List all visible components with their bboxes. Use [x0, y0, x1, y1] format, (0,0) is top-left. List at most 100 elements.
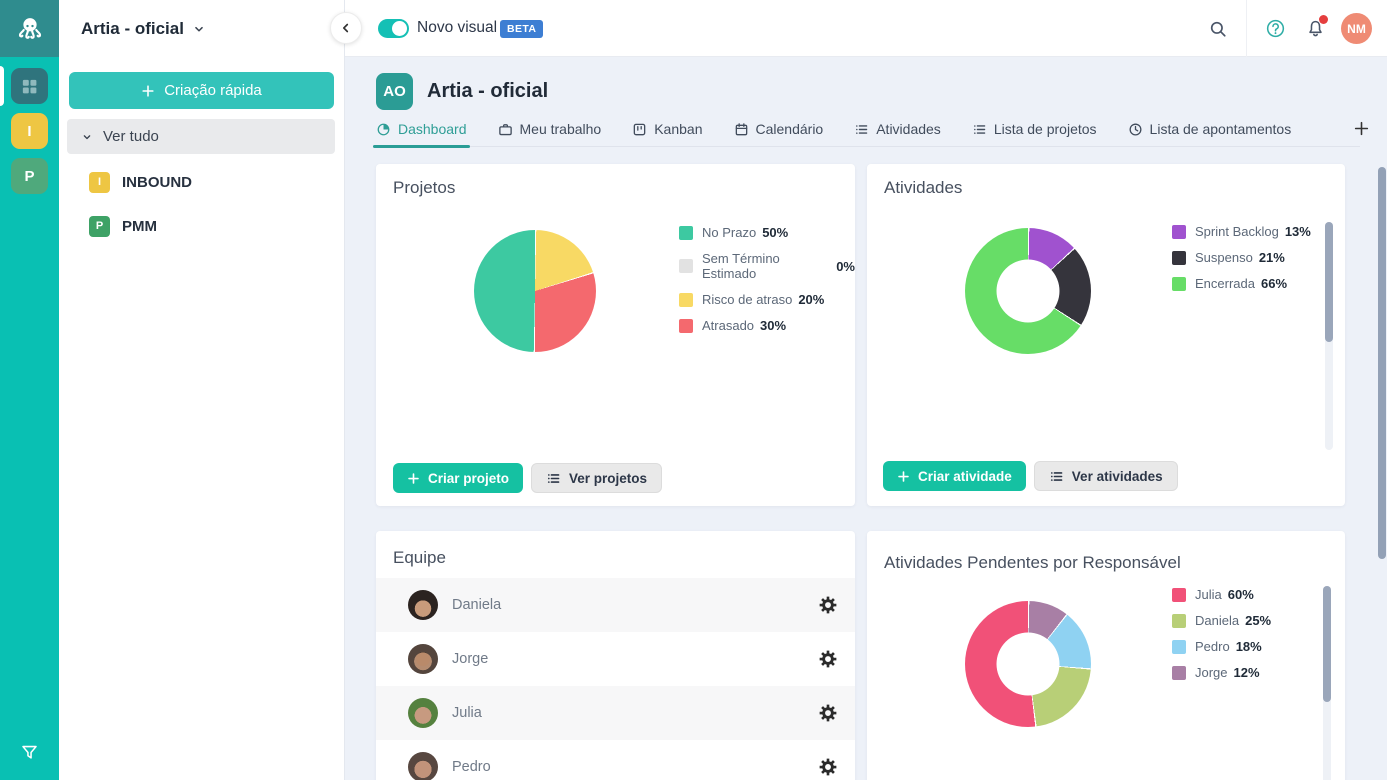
help-button[interactable] [1255, 19, 1295, 38]
card-title: Atividades [884, 178, 962, 198]
gear-icon [818, 595, 838, 615]
card-title: Projetos [393, 178, 455, 198]
legend-label: No Prazo [702, 225, 756, 240]
sidebar: Artia - oficial Criação rápida Ver tudo … [59, 0, 345, 780]
sidebar-item-pmm[interactable]: P PMM [59, 204, 344, 248]
app-logo[interactable] [0, 0, 59, 57]
list-icon [854, 122, 869, 137]
legend-item: Risco de atraso 20% [679, 292, 855, 307]
tab-calendario[interactable]: Calendário [734, 121, 824, 146]
legend-label: Jorge [1195, 665, 1228, 680]
legend-item: Julia 60% [1172, 587, 1271, 602]
tab-kanban[interactable]: Kanban [632, 121, 702, 146]
legend-percent: 0% [836, 259, 855, 274]
sidebar-item-inbound[interactable]: I INBOUND [59, 160, 344, 204]
list-icon [972, 122, 987, 137]
scrollbar-thumb[interactable] [1323, 586, 1331, 702]
member-settings-button[interactable] [818, 595, 838, 620]
topbar: Novo visual BETA [345, 0, 1387, 57]
team-member-row: Julia [376, 686, 855, 740]
tab-meu-trabalho[interactable]: Meu trabalho [498, 121, 602, 146]
member-settings-button[interactable] [818, 649, 838, 674]
legend-swatch [1172, 666, 1186, 680]
legend-percent: 60% [1228, 587, 1254, 602]
ver-projetos-button[interactable]: Ver projetos [531, 463, 662, 493]
rail-grid-button[interactable] [11, 68, 48, 104]
legend-percent: 50% [762, 225, 788, 240]
ver-tudo-row[interactable]: Ver tudo [67, 119, 335, 154]
legend-label: Julia [1195, 587, 1222, 602]
workspace-letter: I [27, 123, 31, 140]
legend-item: Encerrada 66% [1172, 276, 1311, 291]
legend-item: Atrasado 30% [679, 318, 855, 333]
chevron-down-icon [81, 131, 93, 143]
tab-bar: Dashboard Meu trabalho Kanban [376, 114, 1360, 147]
button-label: Ver projetos [569, 471, 647, 486]
legend-label: Atrasado [702, 318, 754, 333]
page-title: Artia - oficial [427, 80, 548, 103]
donut-hole [997, 260, 1060, 323]
ver-atividades-button[interactable]: Ver atividades [1034, 461, 1178, 491]
rail-workspace-pmm[interactable]: P [11, 158, 48, 194]
tab-dashboard[interactable]: Dashboard [376, 121, 467, 146]
sidebar-collapse-button[interactable] [330, 12, 362, 44]
legend-swatch [1172, 588, 1186, 602]
clock-icon [1128, 122, 1143, 137]
legend-item: No Prazo 50% [679, 225, 855, 240]
legend-percent: 13% [1285, 224, 1311, 239]
tab-label: Lista de apontamentos [1150, 121, 1292, 137]
gear-icon [818, 703, 838, 723]
notification-dot [1319, 15, 1328, 24]
legend-swatch [679, 319, 693, 333]
atividades-donut-chart [965, 228, 1091, 354]
dashboard-pie-icon [376, 122, 391, 137]
project-avatar-badge: AO [376, 73, 413, 110]
notifications-button[interactable] [1295, 19, 1335, 38]
member-settings-button[interactable] [818, 703, 838, 728]
legend-percent: 25% [1245, 613, 1271, 628]
main-scrollbar-thumb[interactable] [1378, 167, 1386, 559]
toggle-knob [392, 21, 407, 36]
legend-swatch [679, 226, 693, 240]
workspace-selector[interactable]: Artia - oficial [59, 0, 344, 57]
atividades-legend: Sprint Backlog 13% Suspenso 21% Encerrad… [1172, 224, 1311, 291]
tab-label: Lista de projetos [994, 121, 1097, 137]
project-badge: P [89, 216, 110, 237]
criar-projeto-button[interactable]: Criar projeto [393, 463, 523, 493]
quick-create-label: Criação rápida [164, 82, 262, 99]
search-button[interactable] [1198, 20, 1238, 38]
member-settings-button[interactable] [818, 757, 838, 780]
filter-button[interactable] [0, 743, 59, 762]
member-name: Daniela [452, 597, 501, 613]
card-scrollbar[interactable] [1325, 222, 1333, 450]
legend-item: Jorge 12% [1172, 665, 1271, 680]
card-equipe: Equipe Daniela Jor [376, 531, 855, 780]
tab-lista-de-projetos[interactable]: Lista de projetos [972, 121, 1097, 146]
user-avatar[interactable]: NM [1341, 13, 1372, 44]
add-tab-button[interactable] [1353, 120, 1370, 146]
member-name: Pedro [452, 759, 491, 775]
rail-workspace-inbound[interactable]: I [11, 113, 48, 149]
rail-active-indicator [0, 66, 4, 106]
member-avatar [408, 644, 438, 674]
tab-lista-de-apontamentos[interactable]: Lista de apontamentos [1128, 121, 1292, 146]
scrollbar-thumb[interactable] [1325, 222, 1333, 342]
tab-atividades[interactable]: Atividades [854, 121, 941, 146]
new-visual-toggle[interactable] [378, 19, 409, 38]
legend-swatch [1172, 225, 1186, 239]
main-content: AO Artia - oficial Dashboard Meu trabalh… [345, 57, 1387, 780]
ver-tudo-label: Ver tudo [103, 128, 159, 145]
grid-icon [20, 77, 39, 96]
card-pendentes: Atividades Pendentes por Responsável Jul… [867, 531, 1345, 780]
quick-create-button[interactable]: Criação rápida [69, 72, 334, 109]
plus-icon [407, 472, 420, 485]
button-label: Ver atividades [1072, 469, 1163, 484]
chevron-left-icon [339, 21, 353, 35]
card-projetos: Projetos No Prazo 50% Sem Término Estima… [376, 164, 855, 506]
criar-atividade-button[interactable]: Criar atividade [883, 461, 1026, 491]
card-scrollbar[interactable] [1323, 586, 1331, 780]
search-icon [1209, 20, 1227, 38]
legend-swatch [1172, 277, 1186, 291]
legend-item: Pedro 18% [1172, 639, 1271, 654]
card-atividades: Atividades Sprint Backlog 13% Suspenso 2… [867, 164, 1345, 506]
